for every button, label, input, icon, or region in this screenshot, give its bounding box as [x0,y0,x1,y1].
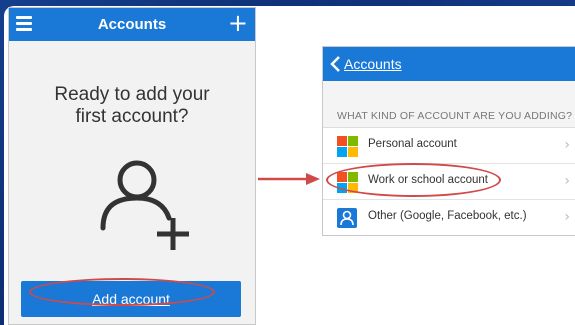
chevron-right-icon: › [564,137,570,153]
empty-state-line-2: first account? [75,106,189,127]
header-title: Accounts [97,16,167,33]
chevron-right-icon: › [564,173,570,189]
add-person-icon [99,156,199,256]
highlight-oval-work-account [326,163,501,197]
settings-header: Accounts [323,47,575,81]
section-header: WHAT KIND OF ACCOUNT ARE YOU ADDING? [337,110,573,122]
account-type-screen: Accounts WHAT KIND OF ACCOUNT ARE YOU AD… [322,46,575,236]
chevron-right-icon: › [564,209,570,225]
option-label: Other (Google, Facebook, etc.) [368,210,527,222]
plus-icon[interactable]: + [228,10,248,36]
empty-state-message: Ready to add your first account? [9,84,255,128]
empty-state-line-1: Ready to add your [54,84,210,105]
chevron-left-icon[interactable] [329,55,341,73]
highlight-oval-add-account [29,278,215,306]
microsoft-logo-icon [337,136,358,157]
app-header: Accounts + [9,8,255,41]
arrow-right-icon [258,173,320,185]
option-personal-account[interactable]: Personal account › [323,128,575,164]
option-other-account[interactable]: Other (Google, Facebook, etc.) › [323,200,575,235]
option-label: Personal account [368,138,457,150]
back-link[interactable]: Accounts [344,56,402,72]
person-icon [337,208,357,228]
